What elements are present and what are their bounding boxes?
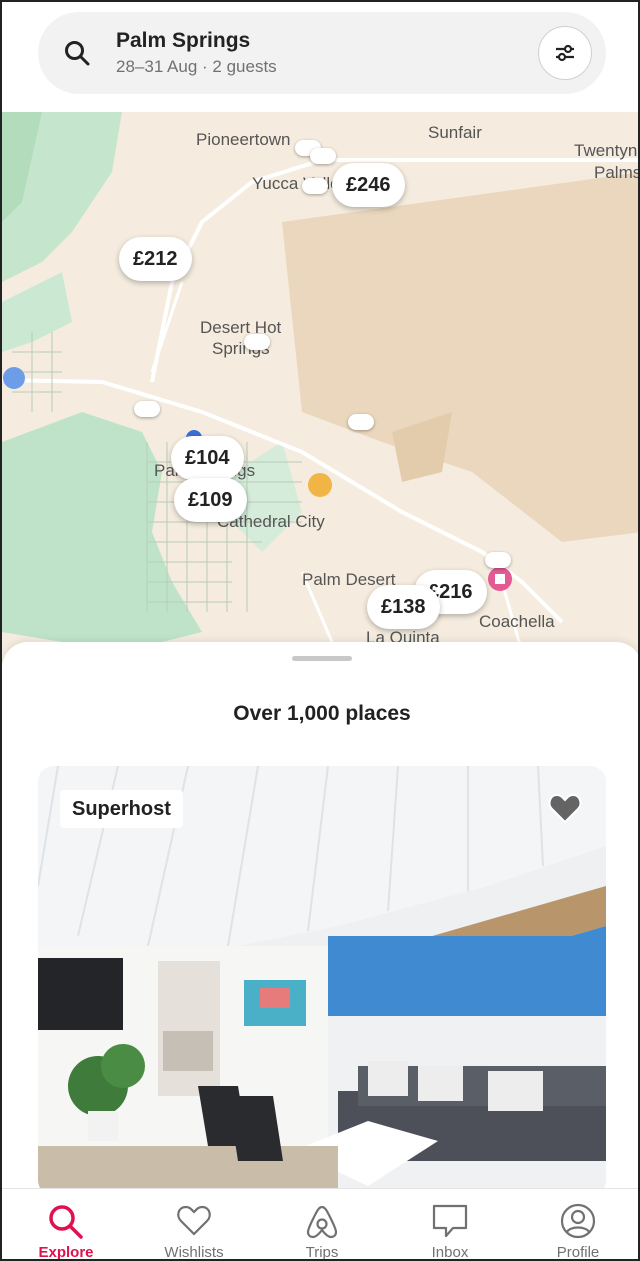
sheet-drag-handle[interactable] bbox=[292, 656, 352, 661]
map-label-coachella: Coachella bbox=[479, 612, 555, 631]
map-label-desert-hot: Desert Hot bbox=[200, 318, 282, 337]
heart-icon[interactable] bbox=[548, 792, 582, 824]
listing-card[interactable]: Superhost bbox=[38, 766, 606, 1196]
nav-label: Inbox bbox=[431, 1244, 469, 1261]
bottom-nav: Explore Wishlists Trips Inbox Profile bbox=[2, 1188, 638, 1261]
nav-trips[interactable]: Trips bbox=[258, 1189, 386, 1261]
nav-profile[interactable]: Profile bbox=[514, 1189, 638, 1261]
search-dates-guests: 28–31 Aug · 2 guests bbox=[116, 57, 277, 76]
search-icon bbox=[49, 1205, 83, 1239]
map-price-pin[interactable]: £212 bbox=[119, 237, 192, 281]
map-view[interactable]: Pioneertown Sunfair Twentyn Palms Yucca … bbox=[2, 112, 640, 672]
airbnb-logo-icon bbox=[306, 1205, 338, 1239]
map-label-twentynine: Twentyn bbox=[574, 141, 638, 160]
map-pin-small[interactable] bbox=[310, 148, 336, 164]
search-icon bbox=[65, 41, 90, 66]
message-icon bbox=[432, 1204, 468, 1238]
profile-icon bbox=[560, 1203, 596, 1239]
nav-wishlists[interactable]: Wishlists bbox=[130, 1189, 258, 1261]
map-pin-small[interactable] bbox=[485, 552, 511, 568]
nav-label: Wishlists bbox=[164, 1244, 224, 1261]
map-price-pin[interactable]: £109 bbox=[174, 478, 247, 522]
map-pin-small[interactable] bbox=[244, 334, 270, 350]
map-label-pioneertown: Pioneertown bbox=[196, 130, 291, 149]
results-sheet[interactable]: Over 1,000 places Superhost bbox=[2, 642, 638, 1202]
listing-photo bbox=[38, 766, 606, 1196]
nav-label: Profile bbox=[556, 1244, 600, 1261]
map-price-pin[interactable]: £104 bbox=[171, 436, 244, 480]
map-label-sunfair: Sunfair bbox=[428, 123, 482, 142]
filter-button[interactable] bbox=[538, 26, 592, 80]
search-header: Palm Springs 28–31 Aug · 2 guests bbox=[2, 2, 638, 112]
app-frame: Palm Springs 28–31 Aug · 2 guests Pionee… bbox=[0, 0, 640, 1261]
map-pin-small[interactable] bbox=[348, 414, 374, 430]
filter-icon bbox=[556, 44, 574, 62]
map-pin-small[interactable] bbox=[134, 401, 160, 417]
nav-label: Explore bbox=[38, 1244, 94, 1261]
superhost-badge: Superhost bbox=[60, 790, 183, 828]
nav-explore[interactable]: Explore bbox=[2, 1189, 130, 1261]
nav-label: Trips bbox=[305, 1244, 339, 1261]
heart-icon bbox=[177, 1205, 211, 1236]
nav-inbox[interactable]: Inbox bbox=[386, 1189, 514, 1261]
map-price-pin[interactable]: £138 bbox=[367, 585, 440, 629]
search-location: Palm Springs bbox=[116, 29, 251, 52]
search-bar[interactable]: Palm Springs 28–31 Aug · 2 guests bbox=[38, 12, 606, 94]
results-count: Over 1,000 places bbox=[233, 702, 411, 725]
map-pin-small[interactable] bbox=[302, 178, 328, 194]
map-price-pin[interactable]: £246 bbox=[332, 163, 405, 207]
map-label-palms: Palms bbox=[594, 163, 640, 182]
